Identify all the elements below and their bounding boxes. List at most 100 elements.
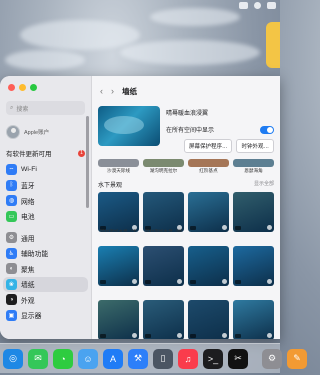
sidebar-item[interactable]: ⚙ 通用: [0, 230, 91, 246]
safari-icon[interactable]: ◎: [3, 348, 23, 369]
capcut-icon[interactable]: ✂: [228, 348, 248, 369]
globe-icon: ◍: [6, 195, 17, 207]
wallpaper-thumbnail[interactable]: 珊瑚礁: [98, 300, 139, 339]
screen-icon[interactable]: [239, 2, 248, 9]
download-icon[interactable]: [132, 279, 137, 284]
desktop-widget[interactable]: [266, 22, 280, 68]
wallpaper-thumbnail[interactable]: 阿拉斯加水母（卡瓦）: [98, 192, 139, 232]
messages-icon[interactable]: ✉: [28, 348, 48, 369]
wechat-icon[interactable]: ◔: [53, 348, 73, 369]
wallpaper-thumbnail[interactable]: [98, 159, 139, 167]
download-icon[interactable]: [177, 279, 182, 284]
section-title: 水下景观: [98, 183, 123, 189]
play-icon: [235, 226, 241, 230]
toolbar: ‹ › 墙纸: [92, 76, 280, 98]
wallpaper-grid: 阿拉斯加水母（卡瓦） 阿拉斯加水母（幽光） 加州海狮游加州海带森林巴哈海湾鱼群鱼群海…: [92, 192, 280, 339]
play-icon: [235, 334, 241, 338]
software-update-row[interactable]: 有软件更新可用 1: [0, 143, 91, 162]
wallpaper-thumbnail[interactable]: 阿拉斯加水母（幽光）: [143, 192, 184, 232]
thumbnail-label: 阿拉斯加水母（卡瓦）: [100, 229, 137, 232]
wallpaper-thumbnail[interactable]: 巴哈海湾鱼群: [98, 246, 139, 286]
download-icon[interactable]: [177, 333, 182, 338]
close-button[interactable]: [8, 84, 15, 91]
play-icon: [190, 334, 196, 338]
play-icon: [190, 226, 196, 230]
avatar: [6, 125, 20, 139]
music-icon[interactable]: ♫: [178, 348, 198, 369]
xcode-icon[interactable]: ⚒: [128, 348, 148, 369]
back-icon[interactable]: ‹: [100, 86, 103, 96]
wallpaper-thumbnail[interactable]: [233, 159, 274, 167]
play-icon: [145, 334, 151, 338]
sidebar-item[interactable]: ❀ 墙纸: [3, 276, 88, 292]
wallpaper-thumbnail[interactable]: 帕劳水母（海湾）: [143, 300, 184, 339]
button-row: 屏幕保护程序… 时钟外观…: [166, 139, 274, 153]
wallpaper-cloud: [20, 20, 140, 50]
wallpaper-thumbnail[interactable]: [188, 159, 229, 167]
forward-icon[interactable]: ›: [111, 86, 114, 96]
sidebar-item-label: 网络: [21, 198, 35, 206]
bluetooth-icon: ᛒ: [6, 179, 17, 191]
download-icon[interactable]: [222, 225, 227, 230]
wallpaper-thumbnail[interactable]: [143, 159, 184, 167]
system-settings-icon[interactable]: ⚙: [262, 348, 282, 369]
accessibility-icon: ♿: [6, 247, 17, 259]
current-wallpaper-preview[interactable]: [98, 106, 160, 146]
play-icon: [100, 334, 106, 338]
wallpaper-thumbnail[interactable]: 帕劳水母（深海）: [188, 300, 229, 339]
status-icon[interactable]: [254, 2, 261, 9]
sidebar-item-label: 通用: [21, 235, 35, 243]
sidebar-item-label: 辅助功能: [21, 251, 49, 259]
download-icon[interactable]: [222, 279, 227, 284]
download-icon[interactable]: [267, 279, 272, 284]
sidebar-item[interactable]: ◑ 外观: [0, 292, 91, 308]
app-store-icon[interactable]: A: [103, 348, 123, 369]
gear-icon: ⚙: [6, 232, 17, 244]
zoom-button[interactable]: [30, 84, 37, 91]
sidebar-item[interactable]: ▭ 电池: [0, 209, 91, 225]
section-header: 水下景观 显示全部: [92, 174, 280, 192]
apple-account[interactable]: Apple账户: [0, 121, 91, 143]
mirror-icon[interactable]: ▯: [153, 348, 173, 369]
terminal-icon[interactable]: >_: [203, 348, 223, 369]
thumbnail-label: 阿拉斯加水母（幽光）: [145, 229, 182, 232]
window-controls: [0, 84, 91, 91]
wallpaper-cloud: [5, 50, 85, 70]
pages-icon[interactable]: ✎: [287, 348, 307, 369]
download-icon[interactable]: [222, 333, 227, 338]
wallpaper-thumbnail[interactable]: 加州海狮游: [188, 192, 229, 232]
battery-icon[interactable]: [267, 2, 276, 9]
search-input[interactable]: ⌕ 搜索: [6, 101, 85, 115]
sidebar-item-label: 电池: [21, 214, 35, 222]
sidebar-scrollbar[interactable]: [86, 116, 89, 208]
sidebar-item[interactable]: ⌔ Wi-Fi: [0, 162, 91, 178]
top-thumbnail-row: [92, 153, 280, 167]
wallpaper-thumbnail[interactable]: 加州海带森林: [233, 192, 274, 232]
minimize-button[interactable]: [19, 84, 26, 91]
update-badge: 1: [78, 149, 85, 157]
download-icon[interactable]: [267, 333, 272, 338]
play-icon: [235, 280, 241, 284]
wallpaper-thumbnail[interactable]: 帕劳水母（浅滩）: [233, 300, 274, 339]
sidebar-item[interactable]: ◐ 聚焦: [0, 261, 91, 277]
sidebar-item[interactable]: ▣ 显示器: [0, 308, 91, 324]
wallpaper-pane: ‹ › 墙纸 晴蓦暖血浪浸翼 在所有空间中显示 屏幕保护程序… 时钟外观… 沙漠…: [92, 76, 280, 339]
show-all-spaces-toggle[interactable]: [260, 125, 274, 134]
system-settings-window: ⌕ 搜索 Apple账户 有软件更新可用 1 ⌔ Wi-Fi ᛒ 蓝牙 ◍ 网络 ▭ 电池 ⚙ 通…: [0, 76, 280, 339]
download-icon[interactable]: [132, 333, 137, 338]
show-more-link[interactable]: 显示全部: [254, 180, 274, 189]
download-icon[interactable]: [267, 225, 272, 230]
spotlight-icon: ◐: [6, 263, 17, 275]
wallpaper-thumbnail[interactable]: 帕劳珊瑚（礁岩）: [233, 246, 274, 286]
finder-icon[interactable]: ☺: [78, 348, 98, 369]
sidebar-item-label: 聚焦: [21, 266, 35, 274]
clock-appearance-button[interactable]: 时钟外观…: [236, 139, 274, 153]
sidebar-item[interactable]: ◍ 网络: [0, 193, 91, 209]
sidebar-item[interactable]: ᛒ 蓝牙: [0, 178, 91, 194]
wallpaper-thumbnail[interactable]: 海底鲸: [188, 246, 229, 286]
current-wallpaper-name: 晴蓦暖血浪浸翼: [166, 111, 209, 117]
screensaver-button[interactable]: 屏幕保护程序…: [183, 139, 233, 153]
sidebar-item[interactable]: ♿ 辅助功能: [0, 246, 91, 262]
play-icon: [100, 280, 106, 284]
wallpaper-thumbnail[interactable]: 鱼群: [143, 246, 184, 286]
